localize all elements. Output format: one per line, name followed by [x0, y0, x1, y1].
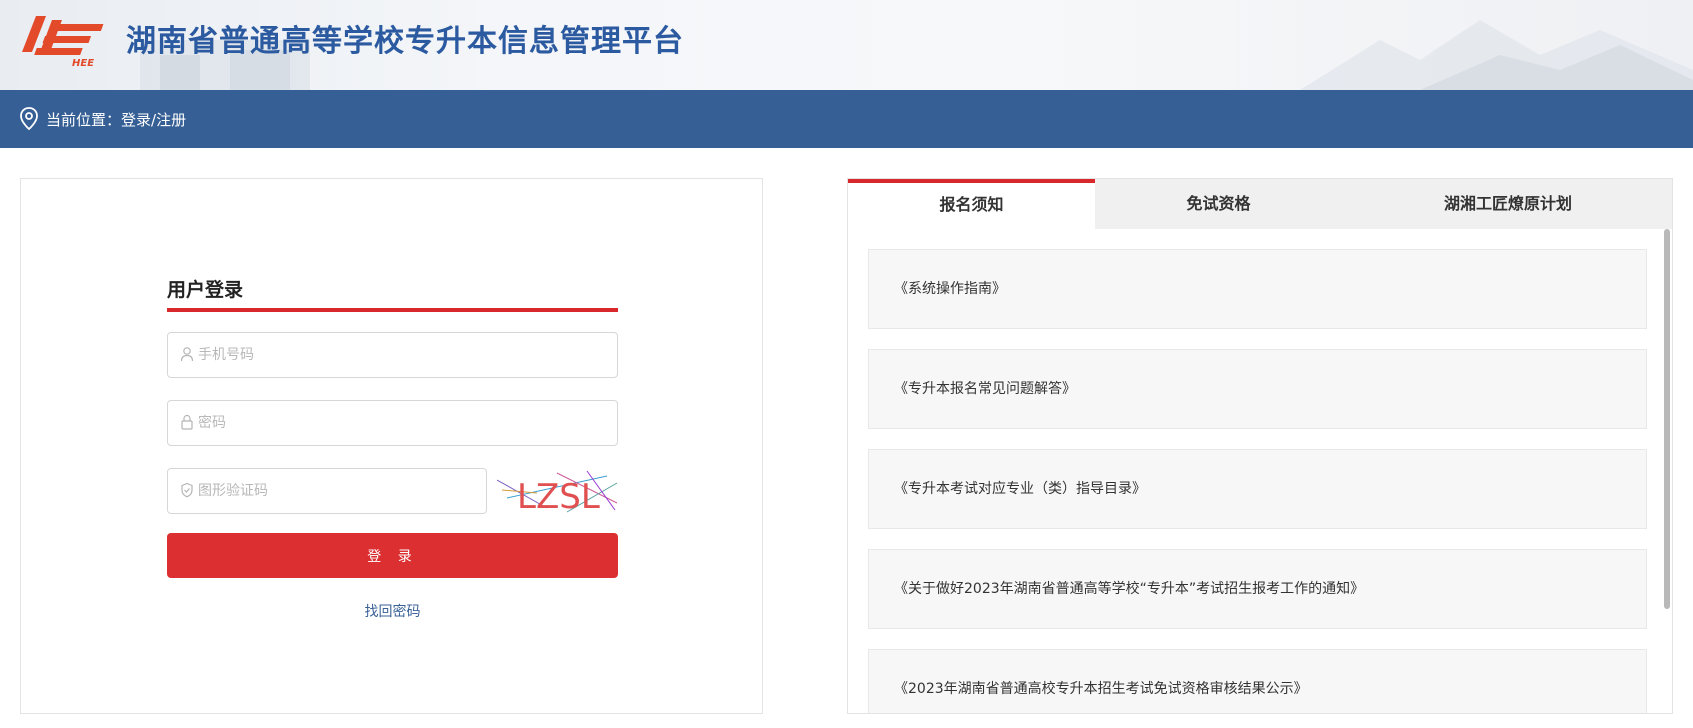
breadcrumb-current: 登录/注册 [121, 111, 187, 129]
site-title: 湖南省普通高等学校专升本信息管理平台 [126, 24, 684, 59]
breadcrumb-prefix: 当前位置： [46, 111, 122, 129]
svg-text:HEE: HEE [72, 58, 94, 68]
notice-item[interactable]: 《2023年湖南省普通高校专升本招生考试免试资格审核结果公示》 [868, 649, 1647, 713]
tab-craftsman-plan[interactable]: 湖湘工匠燎原计划 [1342, 179, 1672, 229]
lock-icon [181, 414, 193, 430]
login-button[interactable]: 登 录 [167, 533, 618, 578]
phone-input[interactable] [198, 333, 598, 377]
login-panel: 用户登录 LZSL 登 录 找回密码 [20, 178, 763, 714]
tab-registration-notice[interactable]: 报名须知 [848, 179, 1095, 229]
login-title-underline [167, 308, 618, 312]
login-title: 用户登录 [167, 279, 244, 301]
notice-scrollbar[interactable] [1664, 229, 1670, 609]
phone-field [167, 332, 618, 378]
notice-item[interactable]: 《系统操作指南》 [868, 249, 1647, 329]
tab-exemption-qualification[interactable]: 免试资格 [1095, 179, 1342, 229]
notice-panel: 报名须知 免试资格 湖湘工匠燎原计划 《系统操作指南》 《专升本报名常见问题解答… [847, 178, 1673, 714]
site-header: HEE 湖南省普通高等学校专升本信息管理平台 [0, 0, 1693, 90]
notice-item[interactable]: 《专升本考试对应专业（类）指导目录》 [868, 449, 1647, 529]
notice-item[interactable]: 《关于做好2023年湖南省普通高等学校“专升本”考试招生报考工作的通知》 [868, 549, 1647, 629]
password-field [167, 400, 618, 446]
notice-item[interactable]: 《专升本报名常见问题解答》 [868, 349, 1647, 429]
user-icon [180, 347, 194, 362]
captcha-image[interactable]: LZSL [497, 468, 618, 514]
password-input[interactable] [198, 401, 598, 445]
captcha-input[interactable] [198, 469, 478, 513]
captcha-field [167, 468, 487, 514]
breadcrumb: 当前位置：登录/注册 [0, 90, 1693, 148]
site-logo: HEE [22, 16, 104, 68]
forgot-password-link[interactable]: 找回密码 [21, 601, 764, 621]
breadcrumb-text: 当前位置：登录/注册 [46, 109, 186, 130]
notice-tabs: 报名须知 免试资格 湖湘工匠燎原计划 [848, 179, 1672, 229]
captcha-text: LZSL [517, 477, 600, 514]
location-pin-icon [20, 107, 38, 131]
shield-icon [181, 482, 193, 498]
